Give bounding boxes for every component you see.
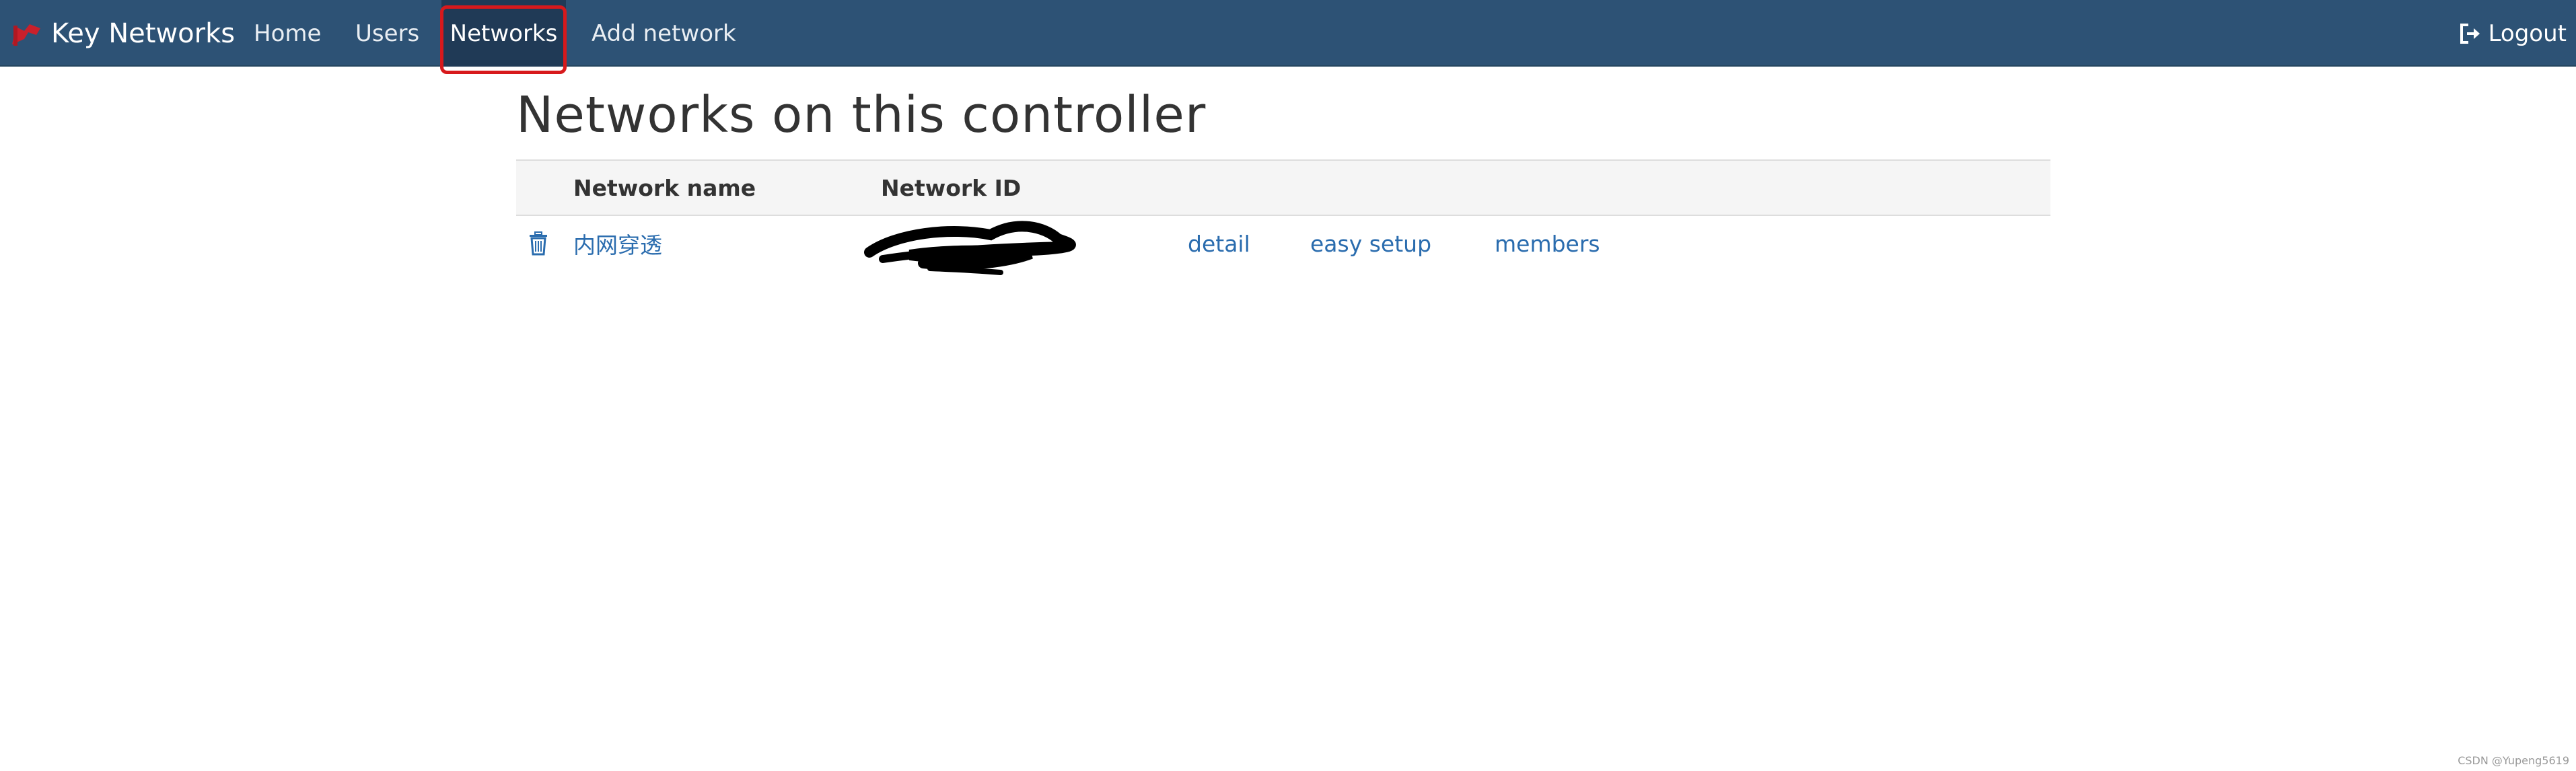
nav-home[interactable]: Home <box>254 0 321 67</box>
network-id-redacted <box>856 216 1085 275</box>
logout-icon <box>2460 23 2480 44</box>
table-header: Network name Network ID <box>516 159 2050 216</box>
nav-networks[interactable]: Networks <box>441 0 566 67</box>
trash-icon <box>530 231 547 256</box>
logout-label: Logout <box>2488 20 2567 47</box>
column-header-network-name: Network name <box>573 174 756 201</box>
easy-setup-link[interactable]: easy setup <box>1310 216 1431 271</box>
detail-link[interactable]: detail <box>1188 216 1250 271</box>
members-link[interactable]: members <box>1495 216 1600 271</box>
key-network-logo-icon <box>12 24 40 46</box>
networks-table: Network name Network ID 内网穿透 detail easy… <box>516 159 2050 275</box>
nav-users[interactable]: Users <box>355 0 419 67</box>
table-row: 内网穿透 detail easy setup members <box>516 216 2050 275</box>
brand[interactable]: Key Networks <box>9 0 235 67</box>
network-name-link[interactable]: 内网穿透 <box>573 216 662 271</box>
page-title: Networks on this controller <box>516 86 1207 144</box>
redaction-scribble <box>864 221 1076 275</box>
delete-network-button[interactable] <box>528 216 548 271</box>
logout-button[interactable]: Logout <box>2459 0 2567 67</box>
top-navbar: Key Networks Home Users Networks Add net… <box>0 0 2576 67</box>
watermark: CSDN @Yupeng5619 <box>2458 754 2569 767</box>
brand-label: Key Networks <box>51 17 236 49</box>
nav-add-network[interactable]: Add network <box>592 0 736 67</box>
